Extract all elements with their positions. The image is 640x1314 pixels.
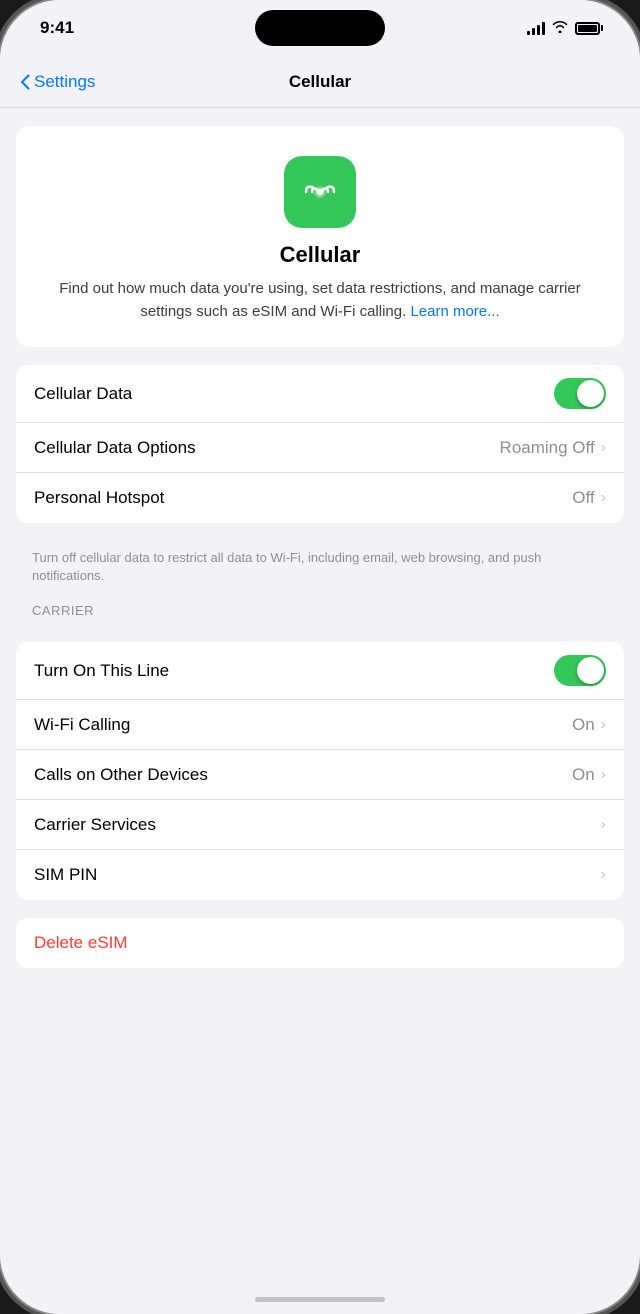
page-title: Cellular xyxy=(289,72,351,92)
phone-frame: 9:41 xyxy=(0,0,640,1314)
delete-esim-section: Delete eSIM xyxy=(16,918,624,968)
data-settings-section: Cellular Data Cellular Data Options Roam… xyxy=(16,365,624,523)
cellular-data-toggle[interactable] xyxy=(554,378,606,409)
cellular-data-row[interactable]: Cellular Data xyxy=(16,365,624,423)
chevron-icon: › xyxy=(601,766,606,784)
toggle-knob xyxy=(577,657,604,684)
wifi-calling-value: On › xyxy=(572,715,606,735)
carrier-services-row[interactable]: Carrier Services › xyxy=(16,800,624,850)
battery-icon xyxy=(575,22,600,35)
cellular-data-label: Cellular Data xyxy=(34,384,132,404)
toggle-knob xyxy=(577,380,604,407)
dynamic-island xyxy=(255,10,385,46)
home-indicator xyxy=(255,1297,385,1302)
wifi-calling-label: Wi-Fi Calling xyxy=(34,715,130,735)
carrier-section-header: CARRIER xyxy=(0,589,640,624)
chevron-icon: › xyxy=(601,816,606,834)
hero-card: Cellular Find out how much data you're u… xyxy=(16,126,624,347)
cellular-signal-icon xyxy=(298,170,342,214)
calls-other-devices-label: Calls on Other Devices xyxy=(34,765,208,785)
phone-screen: 9:41 xyxy=(0,0,640,1314)
learn-more-link[interactable]: Learn more... xyxy=(410,303,499,320)
wifi-icon xyxy=(552,20,568,36)
hero-description: Find out how much data you're using, set… xyxy=(40,278,600,323)
cellular-data-options-value: Roaming Off › xyxy=(500,438,606,458)
status-bar: 9:41 xyxy=(0,0,640,56)
delete-esim-label: Delete eSIM xyxy=(34,933,128,953)
personal-hotspot-value: Off › xyxy=(572,488,606,508)
sim-pin-label: SIM PIN xyxy=(34,865,97,885)
personal-hotspot-label: Personal Hotspot xyxy=(34,488,164,508)
hero-icon-container xyxy=(284,156,356,228)
carrier-settings-section: Turn On This Line Wi-Fi Calling On › Cal… xyxy=(16,642,624,900)
turn-on-line-row[interactable]: Turn On This Line xyxy=(16,642,624,700)
calls-other-devices-value: On › xyxy=(572,765,606,785)
chevron-icon: › xyxy=(601,716,606,734)
chevron-icon: › xyxy=(601,489,606,507)
personal-hotspot-row[interactable]: Personal Hotspot Off › xyxy=(16,473,624,523)
chevron-icon: › xyxy=(601,866,606,884)
scroll-content[interactable]: Cellular Find out how much data you're u… xyxy=(0,108,640,1314)
turn-on-line-toggle[interactable] xyxy=(554,655,606,686)
chevron-icon: › xyxy=(601,439,606,457)
hero-title: Cellular xyxy=(280,242,361,268)
cellular-data-options-label: Cellular Data Options xyxy=(34,438,196,458)
data-section-caption: Turn off cellular data to restrict all d… xyxy=(0,541,640,589)
back-button[interactable]: Settings xyxy=(20,72,95,92)
turn-on-line-label: Turn On This Line xyxy=(34,661,169,681)
sim-pin-value: › xyxy=(601,866,606,884)
delete-esim-row[interactable]: Delete eSIM xyxy=(16,918,624,968)
cellular-data-options-row[interactable]: Cellular Data Options Roaming Off › xyxy=(16,423,624,473)
nav-bar: Settings Cellular xyxy=(0,56,640,108)
signal-bars-icon xyxy=(527,22,545,35)
carrier-services-value: › xyxy=(601,816,606,834)
wifi-calling-row[interactable]: Wi-Fi Calling On › xyxy=(16,700,624,750)
carrier-services-label: Carrier Services xyxy=(34,815,156,835)
calls-other-devices-row[interactable]: Calls on Other Devices On › xyxy=(16,750,624,800)
status-time: 9:41 xyxy=(40,18,74,38)
sim-pin-row[interactable]: SIM PIN › xyxy=(16,850,624,900)
status-icons xyxy=(527,20,600,36)
